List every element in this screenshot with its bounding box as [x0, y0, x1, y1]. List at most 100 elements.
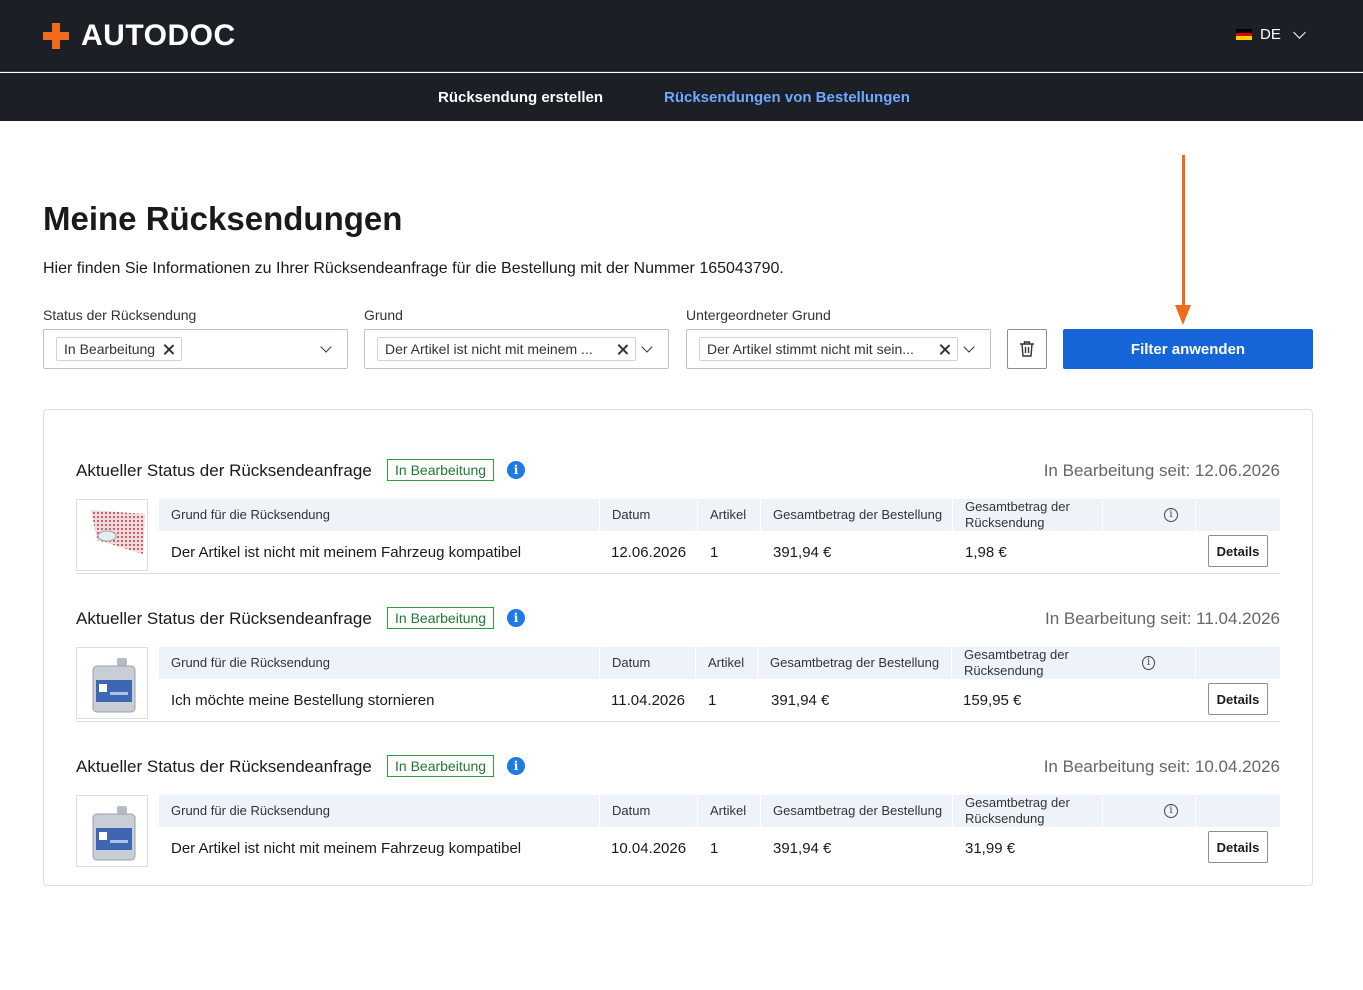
return-entry: Aktueller Status der Rücksendeanfrage In… — [76, 574, 1280, 722]
info-icon[interactable]: i — [507, 609, 525, 627]
info-icon[interactable]: i — [507, 757, 525, 775]
cell-items: 1 — [708, 692, 717, 709]
subreason-filter-chip: Der Artikel stimmt nicht mit sein... — [699, 337, 958, 361]
table-header: Grund für die Rücksendung Datum Artikel … — [159, 499, 1280, 531]
header-return-total: Gesamtbetrag der Rücksendung — [952, 499, 1102, 531]
subreason-chip-label: Der Artikel stimmt nicht mit sein... — [707, 341, 914, 357]
return-entry: Aktueller Status der Rücksendeanfrage In… — [76, 426, 1280, 574]
return-nav: Rücksendung erstellen Rücksendungen von … — [0, 73, 1363, 121]
apply-filter-button[interactable]: Filter anwenden — [1063, 329, 1313, 369]
chevron-down-icon — [963, 341, 975, 353]
table-header: Grund für die Rücksendung Datum Artikel … — [159, 795, 1280, 827]
reason-filter-select[interactable]: Der Artikel ist nicht mit meinem ... — [364, 329, 669, 369]
cell-return-total: 31,99 € — [965, 840, 1016, 857]
reason-filter-label: Grund — [364, 307, 403, 323]
header-actions — [1195, 795, 1280, 827]
top-header: AUTODOC DE — [0, 0, 1363, 72]
cell-date: 11.04.2026 — [611, 692, 685, 709]
status-title: Aktueller Status der Rücksendeanfrage — [76, 757, 372, 776]
language-selector[interactable]: DE — [1236, 25, 1306, 43]
cell-return-total: 159,95 € — [963, 692, 1022, 709]
status-badge: In Bearbeitung — [387, 607, 495, 629]
header-reason: Grund für die Rücksendung — [171, 507, 330, 522]
annotation-arrow-line — [1182, 155, 1185, 307]
nav-order-returns[interactable]: Rücksendungen von Bestellungen — [664, 89, 910, 106]
status-since: In Bearbeitung seit: 10.04.2026 — [1043, 757, 1280, 776]
status-since: In Bearbeitung seit: 11.04.2026 — [1044, 609, 1280, 628]
page-intro: Hier finden Sie Informationen zu Ihrer R… — [43, 260, 784, 277]
status-filter-chip: In Bearbeitung — [56, 337, 183, 361]
status-badge: In Bearbeitung — [387, 459, 495, 481]
header-return-total: Gesamtbetrag der Rücksendung — [952, 795, 1102, 827]
annotation-arrow-head — [1175, 305, 1191, 325]
oil-canister-thumbnail — [92, 806, 136, 861]
header-actions — [1195, 647, 1280, 679]
close-icon[interactable] — [617, 343, 629, 355]
cell-date: 10.04.2026 — [611, 840, 687, 857]
header-info: i — [1102, 499, 1195, 531]
status-badge: In Bearbeitung — [387, 755, 495, 777]
reason-chip-label: Der Artikel ist nicht mit meinem ... — [385, 341, 593, 357]
details-button[interactable]: Details — [1208, 535, 1268, 567]
cell-order-total: 391,94 € — [773, 544, 832, 561]
subreason-filter-label: Untergeordneter Grund — [686, 307, 831, 323]
info-outline-icon[interactable]: i — [1164, 508, 1178, 522]
cell-items: 1 — [710, 544, 719, 561]
header-items: Artikel — [697, 795, 760, 827]
gasket-thumbnail — [91, 510, 145, 554]
details-button[interactable]: Details — [1208, 683, 1268, 715]
header-actions — [1195, 499, 1280, 531]
return-entry: Aktueller Status der Rücksendeanfrage In… — [76, 722, 1280, 870]
info-icon[interactable]: i — [507, 461, 525, 479]
chevron-down-icon — [1292, 25, 1306, 39]
close-icon[interactable] — [939, 343, 951, 355]
close-icon[interactable] — [163, 343, 175, 355]
status-title: Aktueller Status der Rücksendeanfrage — [76, 609, 372, 628]
header-date: Datum — [599, 795, 697, 827]
header-order-total: Gesamtbetrag der Bestellung — [760, 795, 952, 827]
cell-order-total: 391,94 € — [771, 692, 830, 709]
autodoc-logo[interactable]: AUTODOC — [43, 19, 236, 52]
header-date: Datum — [599, 647, 695, 679]
info-outline-icon[interactable]: i — [1164, 804, 1178, 818]
header-items: Artikel — [695, 647, 757, 679]
cell-reason: Der Artikel ist nicht mit meinem Fahrzeu… — [171, 544, 522, 561]
header-reason: Grund für die Rücksendung — [171, 655, 330, 670]
page-title: Meine Rücksendungen — [43, 200, 403, 237]
cell-reason: Der Artikel ist nicht mit meinem Fahrzeu… — [171, 840, 522, 857]
cell-order-total: 391,94 € — [773, 840, 832, 857]
plus-logo-icon — [43, 23, 69, 49]
status-filter-select[interactable]: In Bearbeitung — [43, 329, 348, 369]
language-code: DE — [1260, 26, 1281, 43]
chevron-down-icon — [641, 341, 653, 353]
oil-canister-image[interactable] — [76, 795, 148, 867]
status-filter-label: Status der Rücksendung — [43, 307, 197, 323]
details-button[interactable]: Details — [1208, 831, 1268, 863]
reason-filter-chip: Der Artikel ist nicht mit meinem ... — [377, 337, 636, 361]
cell-items: 1 — [710, 840, 719, 857]
return-table: Grund für die Rücksendung Datum Artikel … — [159, 647, 1280, 717]
logo-text: AUTODOC — [81, 19, 236, 52]
header-return-total-label: Gesamtbetrag der Rücksendung — [964, 647, 1069, 678]
table-header: Grund für die Rücksendung Datum Artikel … — [159, 647, 1280, 679]
subreason-filter-select[interactable]: Der Artikel stimmt nicht mit sein... — [686, 329, 991, 369]
info-outline-icon[interactable]: i — [1142, 656, 1155, 670]
clear-filters-button[interactable] — [1007, 329, 1047, 369]
cell-reason: Ich möchte meine Bestellung stornieren — [171, 692, 435, 709]
status-title: Aktueller Status der Rücksendeanfrage — [76, 461, 372, 480]
return-table: Grund für die Rücksendung Datum Artikel … — [159, 499, 1280, 569]
gasket-image[interactable] — [76, 499, 148, 571]
header-items: Artikel — [697, 499, 760, 531]
header-reason: Grund für die Rücksendung — [171, 803, 330, 818]
german-flag-icon — [1236, 29, 1252, 41]
oil-canister-image[interactable] — [76, 647, 148, 719]
nav-create-return[interactable]: Rücksendung erstellen — [438, 89, 603, 106]
cell-date: 12.06.2026 — [611, 544, 687, 561]
header-order-total: Gesamtbetrag der Bestellung — [757, 647, 951, 679]
trash-icon — [1020, 341, 1034, 357]
return-table: Grund für die Rücksendung Datum Artikel … — [159, 795, 1280, 865]
chevron-down-icon — [320, 341, 332, 353]
status-chip-label: In Bearbeitung — [64, 341, 156, 357]
oil-canister-thumbnail — [92, 658, 136, 713]
returns-card: Aktueller Status der Rücksendeanfrage In… — [43, 409, 1313, 886]
